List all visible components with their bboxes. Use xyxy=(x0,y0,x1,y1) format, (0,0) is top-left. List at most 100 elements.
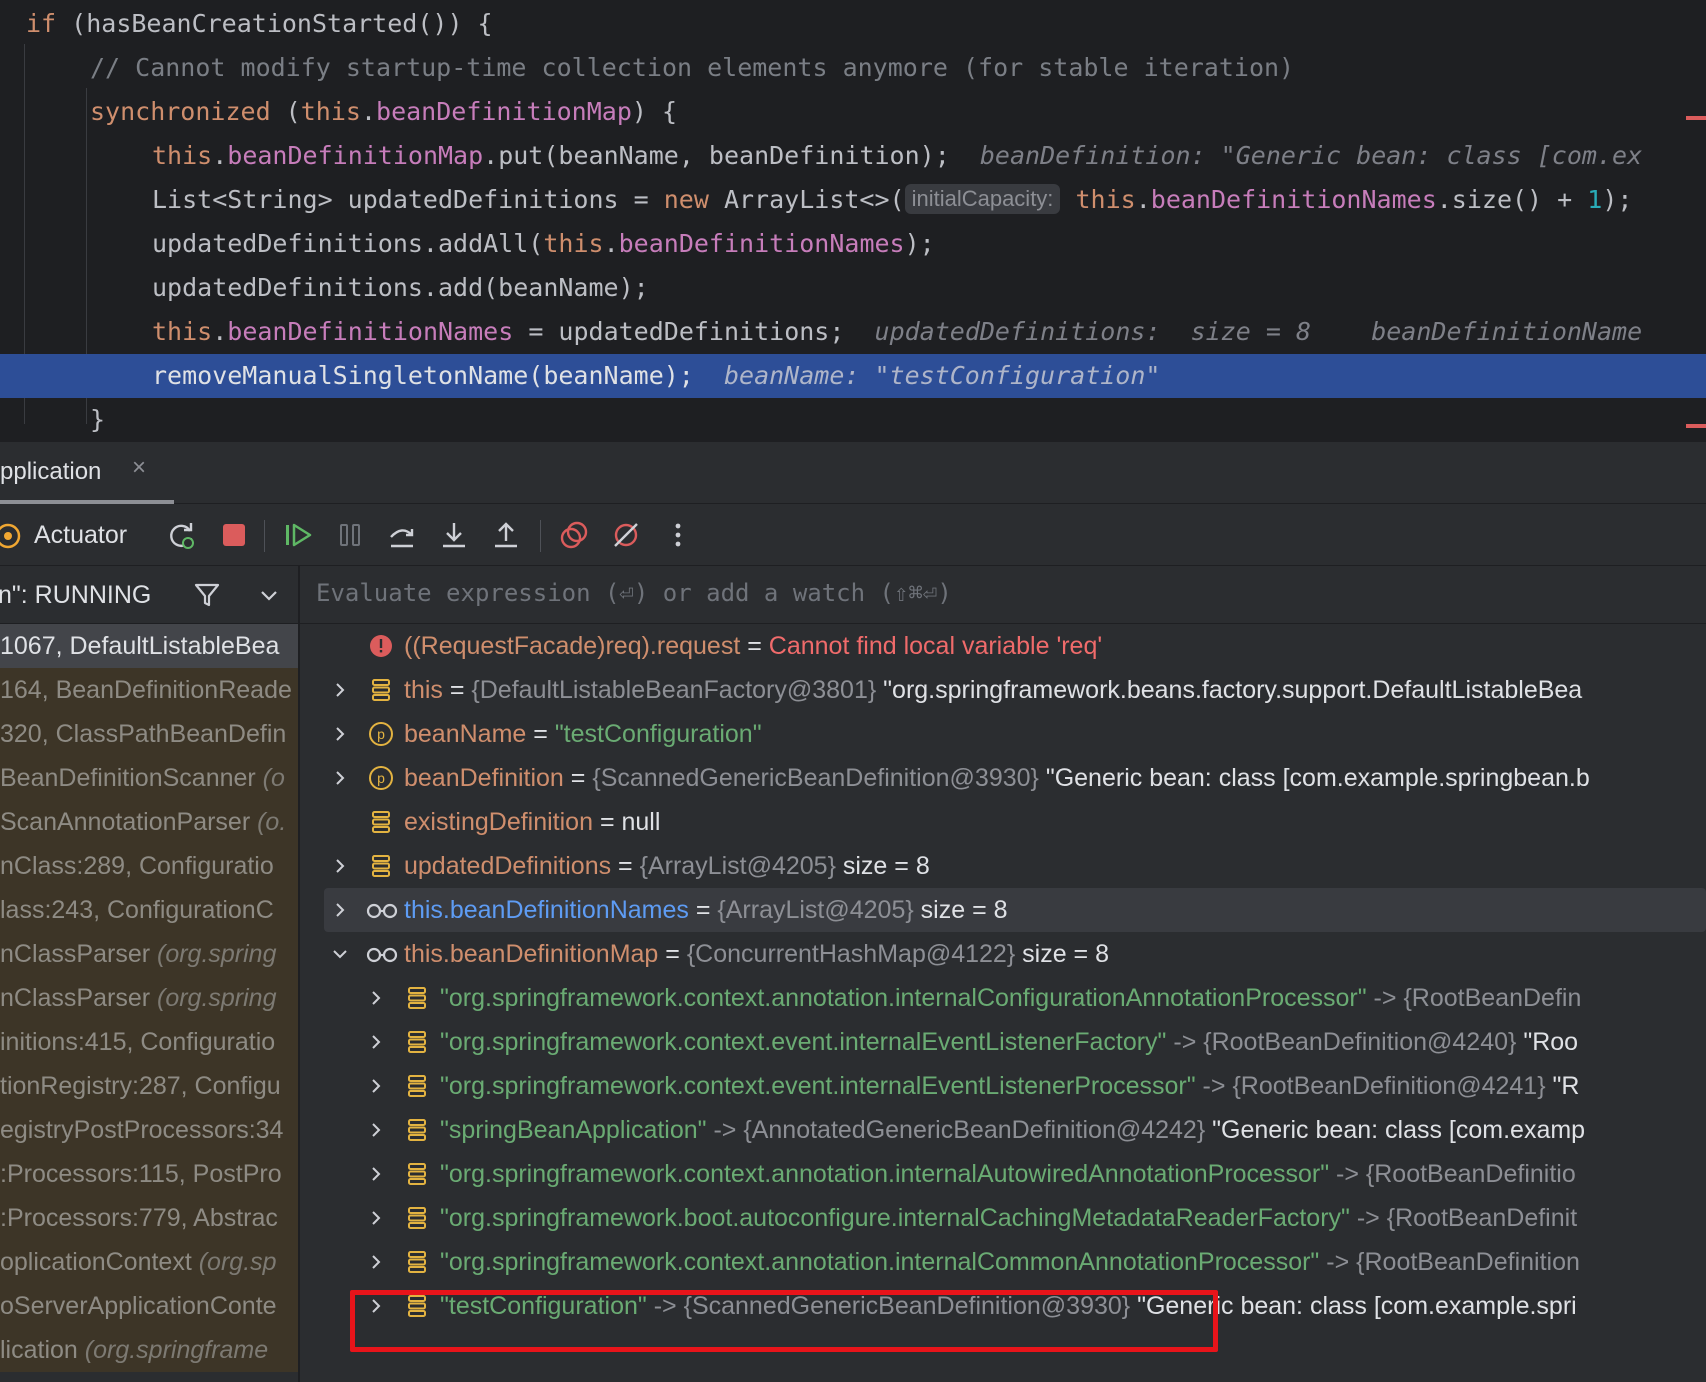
code-line: List<String> updatedDefinitions = new Ar… xyxy=(0,178,1706,222)
error-icon xyxy=(370,635,392,657)
tree-row-map-entry[interactable]: "org.springframework.context.annotation.… xyxy=(300,1152,1706,1196)
tree-row-map-entry[interactable]: "springBeanApplication" -> {AnnotatedGen… xyxy=(300,1108,1706,1152)
expand-chevron[interactable] xyxy=(330,756,350,800)
equals-sign: = xyxy=(740,632,769,660)
map-arrow: -> xyxy=(706,1116,744,1144)
stop-icon xyxy=(223,524,245,546)
thread-selector[interactable]: n": RUNNING xyxy=(0,566,298,624)
more-options-button[interactable] xyxy=(660,517,696,553)
stack-frame[interactable]: BeanDefinitionScanner (o xyxy=(0,756,298,800)
stack-frame[interactable]: lass:243, ConfigurationC xyxy=(0,888,298,932)
tree-row-map-entry[interactable]: "org.springframework.context.event.inter… xyxy=(300,1064,1706,1108)
tree-row-error[interactable]: ((RequestFacade)req).request = Cannot fi… xyxy=(300,624,1706,668)
close-icon[interactable]: × xyxy=(132,454,146,482)
field-icon xyxy=(372,855,390,877)
chevron-right-icon xyxy=(372,1255,381,1269)
tree-row-map-entry[interactable]: "org.springframework.context.annotation.… xyxy=(300,976,1706,1020)
expand-chevron[interactable] xyxy=(330,844,350,888)
step-over-button[interactable] xyxy=(384,517,420,553)
expand-chevron[interactable] xyxy=(366,1152,386,1196)
actuator-tab[interactable]: Actuator xyxy=(34,521,127,550)
filter-icon[interactable] xyxy=(192,580,222,610)
evaluate-expression-input[interactable] xyxy=(316,579,1616,607)
error-stripe-mark[interactable] xyxy=(1686,116,1706,120)
variable-name: beanName xyxy=(404,720,527,748)
stack-frame-list: 1067, DefaultListableBea 164, BeanDefinit… xyxy=(0,624,298,1372)
step-into-button[interactable] xyxy=(436,517,472,553)
expand-chevron[interactable] xyxy=(366,976,386,1020)
tree-row-map-entry[interactable]: "org.springframework.context.annotation.… xyxy=(300,1240,1706,1284)
frame-method: nClass:289, Configuratio xyxy=(0,852,274,880)
tree-row-updatedDefinitions[interactable]: updatedDefinitions = {ArrayList@4205} si… xyxy=(300,844,1706,888)
tree-row-beanDefinition[interactable]: p beanDefinition = {ScannedGenericBeanDe… xyxy=(300,756,1706,800)
frame-package: (org.spring xyxy=(157,940,277,968)
stack-frame[interactable]: 164, BeanDefinitionReade xyxy=(0,668,298,712)
variable-value: "Generic bean: class [com.examp xyxy=(1205,1116,1586,1144)
pause-button[interactable] xyxy=(332,517,368,553)
error-stripe-mark[interactable] xyxy=(1686,424,1706,428)
stack-frame[interactable]: egistryPostProcessors:34 xyxy=(0,1108,298,1152)
tree-row-map-entry[interactable]: "org.springframework.context.event.inter… xyxy=(300,1020,1706,1064)
tree-row-map-entry[interactable]: "org.springframework.boot.autoconfigure.… xyxy=(300,1196,1706,1240)
expand-chevron[interactable] xyxy=(366,1196,386,1240)
expand-chevron[interactable] xyxy=(330,888,350,932)
chevron-right-icon xyxy=(372,1211,381,1225)
stack-frame[interactable]: 1067, DefaultListableBea xyxy=(0,624,298,668)
watch-expression: this.beanDefinitionMap xyxy=(404,940,659,968)
variable-value: "testConfiguration" xyxy=(554,720,762,748)
rerun-button[interactable] xyxy=(164,517,200,553)
resume-button[interactable] xyxy=(280,517,316,553)
tree-row-watch-beanDefinitionNames[interactable]: this.beanDefinitionNames = {ArrayList@42… xyxy=(324,888,1706,932)
stack-frame[interactable]: oServerApplicationConte xyxy=(0,1284,298,1328)
chevron-right-icon xyxy=(336,727,345,741)
stack-frame[interactable]: tionRegistry:287, Configu xyxy=(0,1064,298,1108)
map-key: "org.springframework.boot.autoconfigure.… xyxy=(440,1204,1350,1232)
stack-frame[interactable]: nClassParser (org.spring xyxy=(0,932,298,976)
frame-method: 1067, DefaultListableBea xyxy=(0,632,280,660)
map-entries: "org.springframework.context.annotation.… xyxy=(300,976,1706,1328)
tree-row-existingDefinition[interactable]: existingDefinition = null xyxy=(300,800,1706,844)
frame-method: ScanAnnotationParser xyxy=(0,808,258,836)
stack-frame[interactable]: 320, ClassPathBeanDefin xyxy=(0,712,298,756)
chevron-down-icon[interactable] xyxy=(256,582,282,608)
more-vertical-icon xyxy=(675,523,681,547)
expand-chevron[interactable] xyxy=(330,712,350,756)
code-line: this.beanDefinitionNames = updatedDefini… xyxy=(0,310,1706,354)
stack-frame[interactable]: nClass:289, Configuratio xyxy=(0,844,298,888)
field-icon xyxy=(408,1075,426,1097)
stack-frame[interactable]: nClassParser (org.spring xyxy=(0,976,298,1020)
frame-method: BeanDefinitionScanner xyxy=(0,764,263,792)
keyword: this xyxy=(152,141,213,170)
tree-row-beanName[interactable]: p beanName = "testConfiguration" xyxy=(300,712,1706,756)
expand-chevron[interactable] xyxy=(366,1064,386,1108)
code-line: updatedDefinitions.add(beanName); xyxy=(0,266,1706,310)
view-breakpoints-button[interactable] xyxy=(556,517,592,553)
stack-frame[interactable]: lication (org.springframe xyxy=(0,1328,298,1372)
code-field: beanDefinitionNames xyxy=(618,229,905,258)
mute-breakpoints-button[interactable] xyxy=(608,517,644,553)
expand-chevron[interactable] xyxy=(366,1108,386,1152)
tree-row-this[interactable]: this = {DefaultListableBeanFactory@3801}… xyxy=(300,668,1706,712)
collapse-chevron[interactable] xyxy=(330,932,350,976)
frame-package: (org.sp xyxy=(198,1248,277,1276)
stack-frame[interactable]: :Processors:779, Abstrac xyxy=(0,1196,298,1240)
stop-button[interactable] xyxy=(216,517,252,553)
stack-frame[interactable]: initions:415, Configuratio xyxy=(0,1020,298,1064)
stack-frame[interactable]: ScanAnnotationParser (o. xyxy=(0,800,298,844)
code-editor[interactable]: if (hasBeanCreationStarted()) { // Canno… xyxy=(0,0,1706,442)
frame-method: initions:415, Configuratio xyxy=(0,1028,276,1056)
expand-chevron[interactable] xyxy=(366,1020,386,1064)
parameter-icon: p xyxy=(369,722,393,746)
frame-package: (o xyxy=(262,764,285,792)
tab-application[interactable]: pplication × xyxy=(0,442,174,504)
expand-chevron[interactable] xyxy=(366,1240,386,1284)
stack-frame[interactable]: oplicationContext (org.sp xyxy=(0,1240,298,1284)
chevron-right-icon xyxy=(372,1035,381,1049)
step-out-button[interactable] xyxy=(488,517,524,553)
tree-row-watch-beanDefinitionMap[interactable]: this.beanDefinitionMap = {ConcurrentHash… xyxy=(300,932,1706,976)
code-text: updatedDefinitions.add(beanName); xyxy=(152,273,649,302)
frame-method: oServerApplicationConte xyxy=(0,1292,277,1320)
svg-text:p: p xyxy=(377,726,385,742)
expand-chevron[interactable] xyxy=(330,668,350,712)
stack-frame[interactable]: :Processors:115, PostPro xyxy=(0,1152,298,1196)
